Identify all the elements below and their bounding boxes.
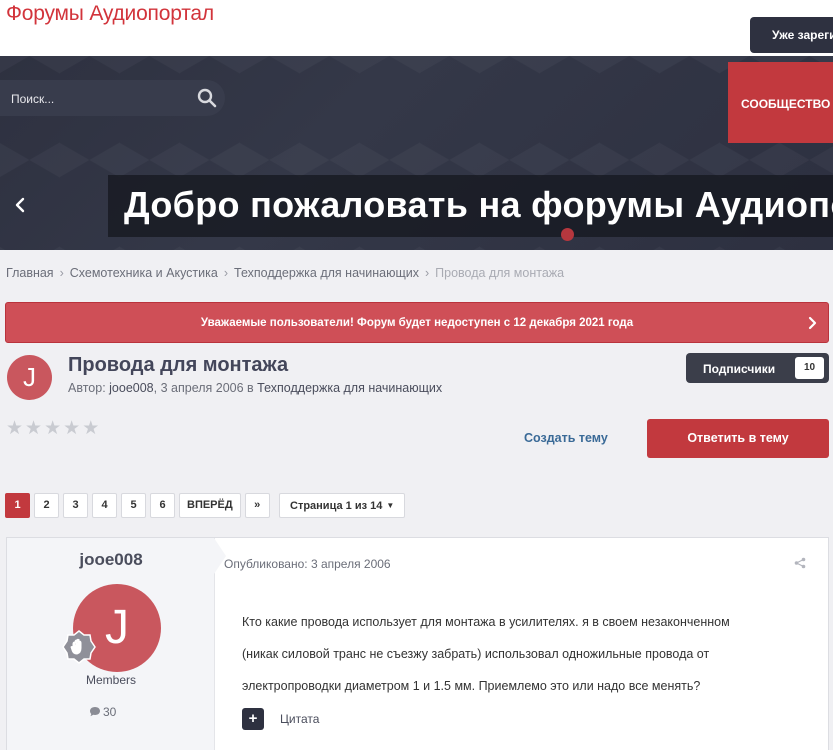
post-author-panel: jooe008 J Members 30	[7, 538, 215, 750]
breadcrumb: Главная › Схемотехника и Акустика › Техподде…	[6, 266, 564, 280]
page-jump-label: Страница 1 из 14	[290, 500, 383, 512]
followers-count: 10	[795, 357, 824, 379]
top-bar: Форумы Аудиопортал Уже зарегистрированы?…	[0, 0, 833, 56]
star-icon[interactable]: ★	[44, 419, 61, 438]
quote-link[interactable]: Цитата	[280, 712, 319, 726]
post-content: Кто какие провода использует для монтажа…	[242, 606, 802, 702]
announcement-banner[interactable]: Уважаемые пользователи! Форум будет недо…	[5, 302, 829, 343]
next-page-button[interactable]: ВПЕРЁД	[179, 493, 241, 518]
member-group: Members	[85, 673, 136, 687]
topic-date: 3 апреля 2006	[160, 381, 244, 395]
topic-author-avatar[interactable]: J	[7, 355, 52, 400]
post-count: 30	[89, 705, 116, 719]
post-text-line: (никак силовой транс не съезжу забрать) …	[242, 647, 710, 661]
caret-down-icon: ▼	[386, 501, 395, 510]
page-jump-dropdown[interactable]: Страница 1 из 14 ▼	[279, 493, 406, 518]
chevron-right-icon: ›	[59, 266, 64, 280]
page-5-button[interactable]: 5	[121, 493, 146, 518]
chevron-right-icon[interactable]	[806, 316, 818, 330]
post-date: Опубликовано: 3 апреля 2006	[224, 557, 391, 571]
star-icon[interactable]: ★	[63, 419, 80, 438]
create-topic-link[interactable]: Создать тему	[524, 431, 608, 445]
topic-meta: Автор: jooe008, 3 апреля 2006 в Техподде…	[68, 381, 442, 395]
post-author-name[interactable]: jooe008	[7, 550, 215, 570]
page-3-button[interactable]: 3	[63, 493, 88, 518]
breadcrumb-category[interactable]: Схемотехника и Акустика	[70, 266, 218, 280]
topic-author-link[interactable]: jooe008	[109, 381, 154, 395]
post-count-value: 30	[103, 705, 117, 719]
share-icon[interactable]	[794, 557, 806, 569]
nav-tab-community[interactable]: СООБЩЕСТВО	[728, 62, 833, 143]
site-title[interactable]: Форумы Аудиопортал	[6, 2, 214, 26]
post: jooe008 J Members 30 Опубликовано: 3 апр…	[6, 537, 829, 750]
reply-button[interactable]: Ответить в тему	[647, 419, 829, 458]
announcement-text: Уважаемые пользователи! Форум будет недо…	[200, 317, 634, 329]
search-placeholder: Поиск...	[11, 92, 55, 106]
breadcrumb-home[interactable]: Главная	[6, 266, 54, 280]
carousel-indicator[interactable]	[561, 228, 574, 241]
chevron-left-icon[interactable]	[12, 196, 30, 214]
post-text-line: Кто какие провода использует для монтажа…	[242, 615, 730, 629]
followers-button[interactable]: Подписчики 10	[686, 353, 829, 383]
star-icon[interactable]: ★	[25, 419, 42, 438]
signin-button[interactable]: Уже зарегистрированы? Войти	[750, 17, 833, 53]
search-input[interactable]: Поиск...	[0, 80, 225, 116]
post-text-line: электропроводки диаметром 1 и 1.5 мм. Пр…	[242, 679, 701, 693]
meta-author-prefix: Автор:	[68, 381, 110, 395]
page-2-button[interactable]: 2	[34, 493, 59, 518]
page-4-button[interactable]: 4	[92, 493, 117, 518]
chevron-right-icon: ›	[425, 266, 430, 280]
welcome-banner: Добро пожаловать на форумы Аудиопортал	[108, 175, 833, 237]
last-page-button[interactable]: »	[244, 493, 270, 518]
pagination: 1 2 3 4 5 6 ВПЕРЁД »	[5, 493, 270, 518]
chevron-right-icon: ›	[223, 266, 229, 280]
page-6-button[interactable]: 6	[150, 493, 175, 518]
breadcrumb-forum[interactable]: Техподдержка для начинающих	[234, 266, 419, 280]
followers-label: Подписчики	[703, 362, 776, 376]
star-icon[interactable]: ★	[82, 419, 99, 438]
page-1-button[interactable]: 1	[5, 493, 30, 518]
star-icon[interactable]: ★	[6, 419, 23, 438]
rank-badge-icon	[62, 630, 96, 664]
topic-forum-link[interactable]: Техподдержка для начинающих	[257, 381, 442, 395]
site-header: Поиск... СООБЩЕСТВО Добро пожаловать на …	[0, 56, 833, 250]
comment-icon	[90, 707, 100, 717]
topic-rating[interactable]: ★ ★ ★ ★ ★	[6, 419, 99, 438]
breadcrumb-current: Провода для монтажа	[435, 266, 565, 280]
meta-comma: ,	[153, 381, 161, 395]
meta-in: в	[243, 381, 258, 395]
search-icon[interactable]	[197, 88, 217, 108]
page-title: Провода для монтажа	[68, 354, 289, 376]
quote-plus-button[interactable]: +	[242, 708, 264, 730]
